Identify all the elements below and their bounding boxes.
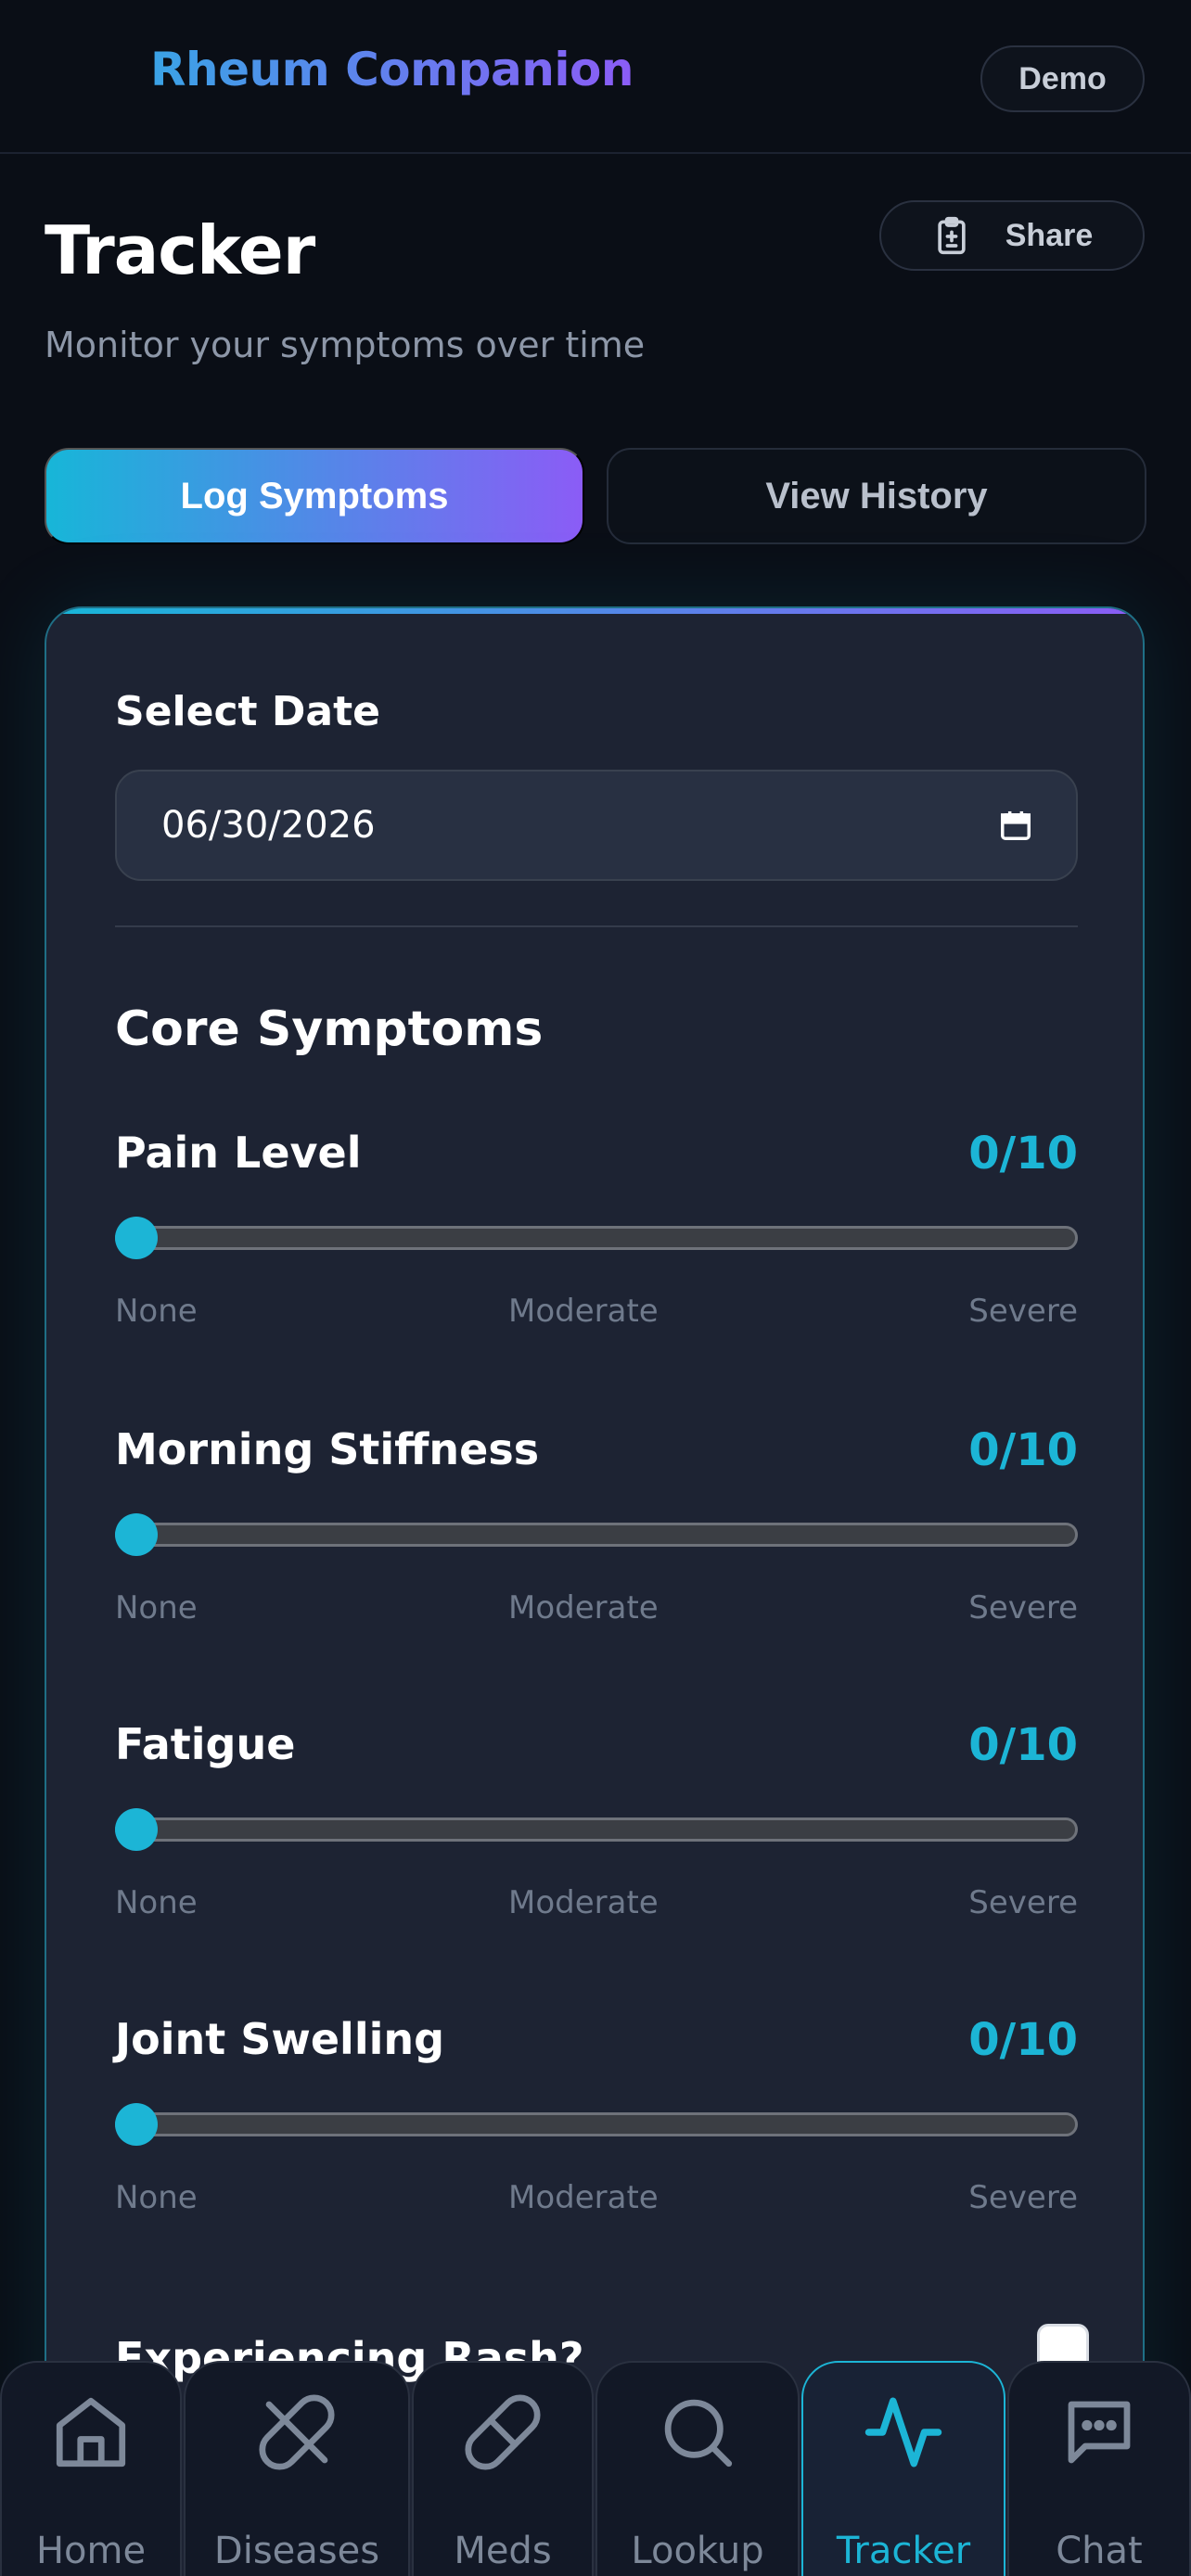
brand-title[interactable]: Rheum Companion (150, 43, 634, 96)
slider-thumb[interactable] (115, 1808, 158, 1851)
slider-thumb[interactable] (115, 1513, 158, 1556)
nav-item-lookup[interactable]: Lookup (596, 2361, 800, 2576)
capsule-icon (465, 2394, 541, 2470)
nav-item-tracker[interactable]: Tracker (801, 2361, 1005, 2576)
page-subtitle: Monitor your symptoms over time (45, 325, 646, 365)
symptom-name: Fatigue (115, 1719, 296, 1769)
core-symptoms-title: Core Symptoms (115, 1001, 544, 1057)
home-icon (56, 2397, 126, 2468)
calendar-icon[interactable] (998, 808, 1033, 843)
tab-view-history[interactable]: View History (607, 448, 1146, 544)
nav-item-home[interactable]: Home (0, 2361, 182, 2576)
tab-log-symptoms[interactable]: Log Symptoms (45, 448, 584, 544)
symptom-fatigue: Fatigue 0/10 None Moderate Severe (115, 1719, 1078, 1942)
activity-icon (864, 2397, 942, 2468)
scale-none-label: None (115, 1293, 198, 1330)
joint-swelling-slider[interactable] (115, 2112, 1078, 2136)
date-value: 06/30/2026 (161, 804, 376, 847)
nav-label: Chat (1056, 2530, 1143, 2572)
clipboard-icon (938, 216, 966, 255)
scale-severe-label: Severe (968, 1293, 1078, 1330)
scale-none-label: None (115, 1884, 198, 1921)
nav-item-diseases[interactable]: Diseases (184, 2361, 410, 2576)
pill-slash-icon (259, 2394, 335, 2470)
share-button[interactable]: Share (879, 200, 1145, 271)
nav-label: Lookup (631, 2530, 764, 2572)
scale-severe-label: Severe (968, 1884, 1078, 1921)
scale-none-label: None (115, 2179, 198, 2216)
scale-moderate-label: Moderate (508, 1293, 659, 1330)
symptom-value: 0/10 (968, 1128, 1078, 1180)
symptom-value: 0/10 (968, 1719, 1078, 1771)
scale-moderate-label: Moderate (508, 1884, 659, 1921)
date-input[interactable]: 06/30/2026 (115, 770, 1078, 881)
demo-button[interactable]: Demo (980, 45, 1145, 112)
nav-item-meds[interactable]: Meds (412, 2361, 594, 2576)
page-title: Tracker (45, 211, 315, 289)
scale-moderate-label: Moderate (508, 2179, 659, 2216)
chat-icon (1068, 2401, 1131, 2464)
symptom-pain-level: Pain Level 0/10 None Moderate Severe (115, 1128, 1078, 1350)
fatigue-slider[interactable] (115, 1817, 1078, 1842)
section-divider (115, 925, 1078, 927)
bottom-nav: Home Diseases Meds Lookup Tracker Chat (0, 2361, 1191, 2576)
symptom-value: 0/10 (968, 2014, 1078, 2066)
nav-label: Home (35, 2530, 147, 2572)
app-header: Rheum Companion Demo (0, 0, 1191, 154)
slider-thumb[interactable] (115, 2103, 158, 2146)
nav-label: Meds (454, 2530, 552, 2572)
nav-label: Diseases (213, 2530, 380, 2572)
select-date-label: Select Date (115, 688, 380, 735)
scale-severe-label: Severe (968, 1589, 1078, 1626)
morning-stiffness-slider[interactable] (115, 1523, 1078, 1547)
symptom-morning-stiffness: Morning Stiffness 0/10 None Moderate Sev… (115, 1424, 1078, 1647)
symptom-value: 0/10 (968, 1424, 1078, 1476)
scale-severe-label: Severe (968, 2179, 1078, 2216)
symptom-name: Morning Stiffness (115, 1424, 540, 1474)
nav-label: Tracker (836, 2530, 971, 2572)
scale-moderate-label: Moderate (508, 1589, 659, 1626)
symptom-joint-swelling: Joint Swelling 0/10 None Moderate Severe (115, 2014, 1078, 2237)
pain-level-slider[interactable] (115, 1226, 1078, 1250)
symptom-name: Joint Swelling (115, 2014, 445, 2064)
share-label: Share (1005, 217, 1094, 253)
search-icon (664, 2399, 733, 2468)
symptom-name: Pain Level (115, 1128, 362, 1178)
scale-none-label: None (115, 1589, 198, 1626)
slider-thumb[interactable] (115, 1217, 158, 1259)
symptom-log-card: Select Date 06/30/2026 Core Symptoms Pai… (45, 606, 1145, 2576)
nav-item-chat[interactable]: Chat (1007, 2361, 1191, 2576)
